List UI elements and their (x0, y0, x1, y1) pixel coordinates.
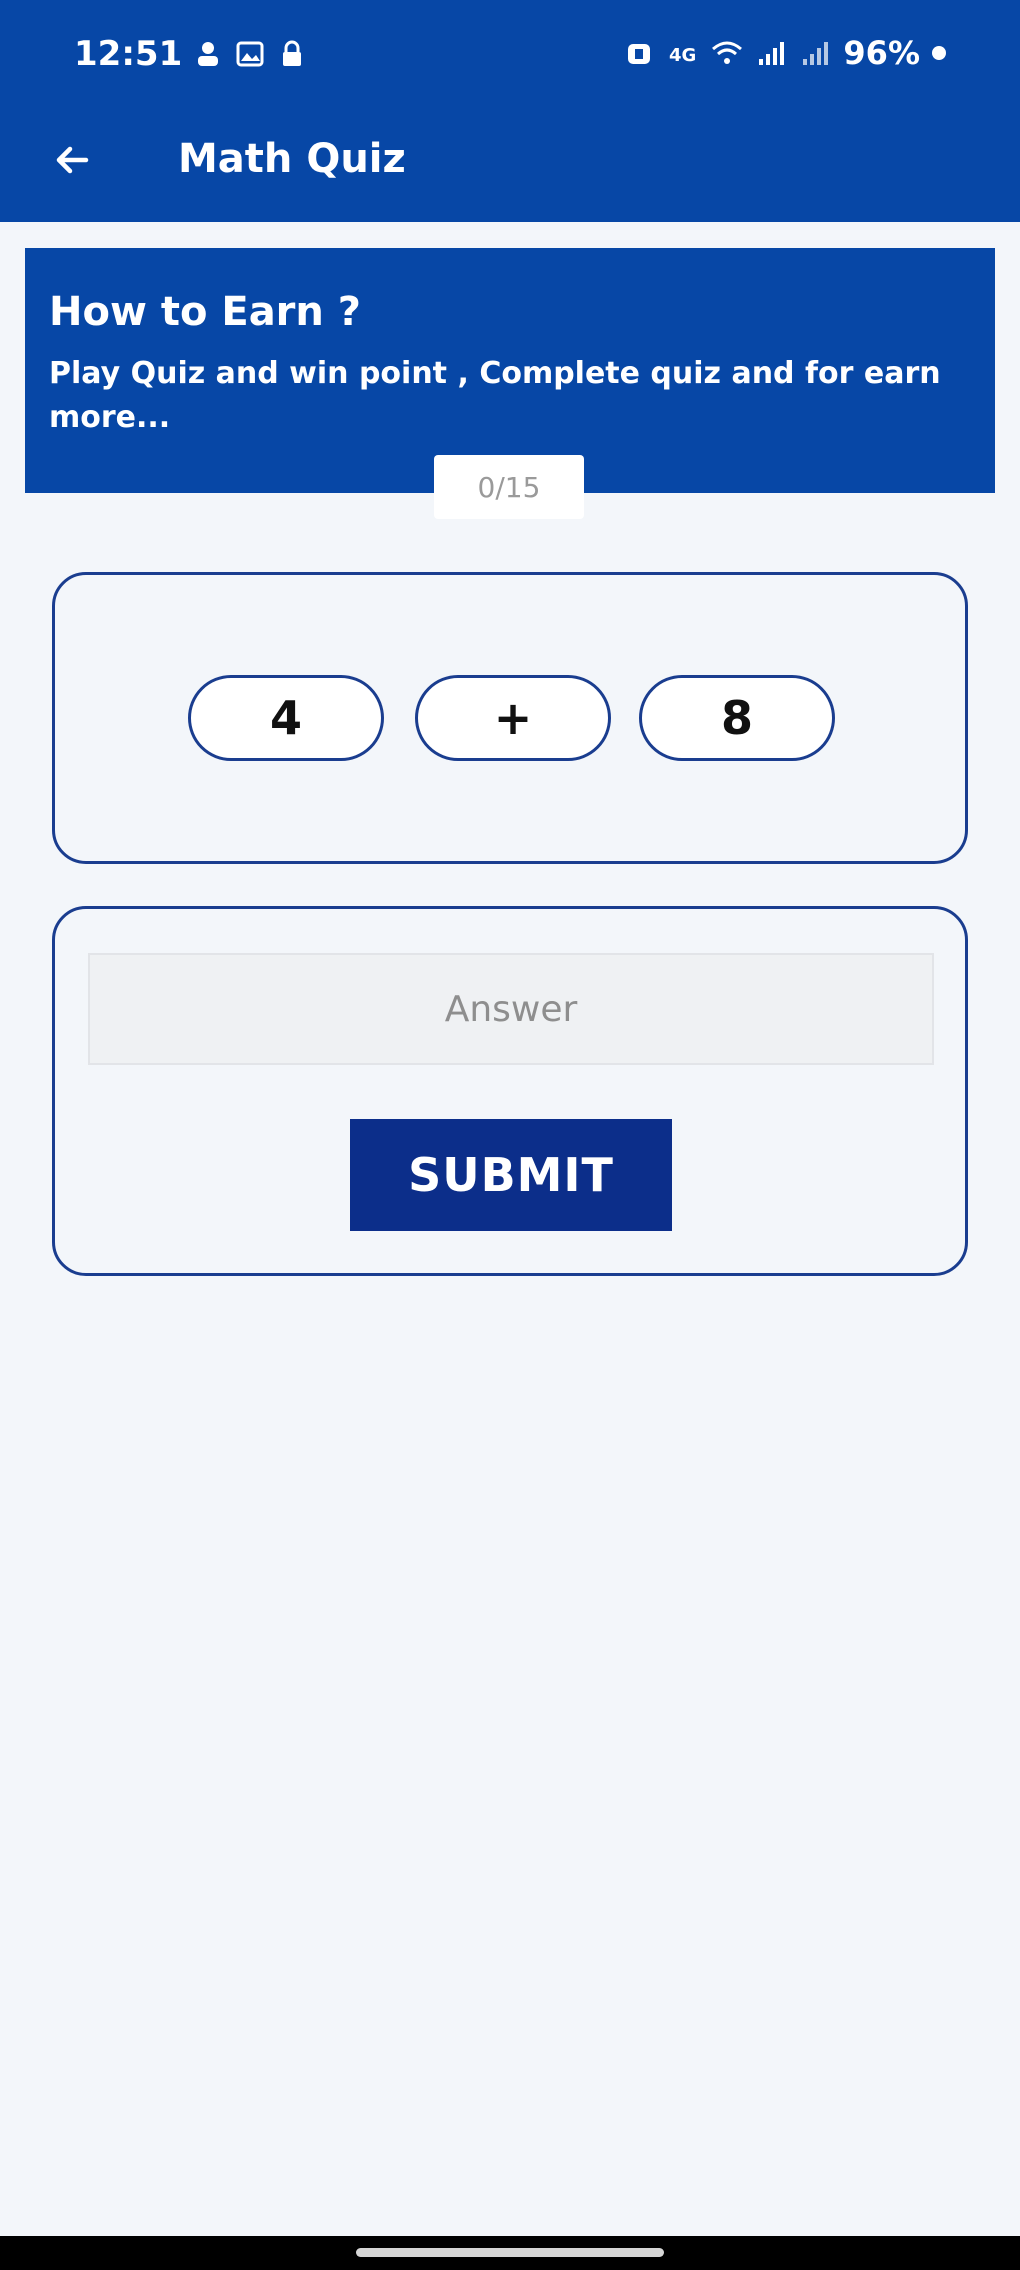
submit-button[interactable]: SUBMIT (350, 1119, 672, 1231)
status-left: 12:51 (74, 34, 308, 74)
battery-level: 96% (843, 34, 920, 72)
question-card: 4 + 8 (52, 572, 968, 864)
app-bar: Math Quiz (0, 115, 1020, 222)
operand-second: 8 (639, 675, 835, 761)
system-nav-bar (0, 2236, 1020, 2270)
app-header: 12:51 4G 96% Math Quiz (0, 0, 1020, 222)
home-indicator[interactable] (356, 2248, 664, 2257)
page-title: Math Quiz (178, 136, 406, 182)
back-button[interactable] (42, 130, 102, 190)
operator: + (415, 675, 611, 761)
status-right: 4G 96% (623, 34, 946, 72)
status-bar: 12:51 4G 96% (0, 0, 1020, 115)
wifi-signal-icon (711, 37, 743, 69)
banner-title: How to Earn ? (49, 289, 362, 335)
alarm-icon (623, 37, 655, 69)
battery-icon (932, 46, 946, 60)
svg-text:4G: 4G (669, 45, 696, 66)
cell-signal-icon-2 (799, 37, 831, 69)
cell-signal-icon (755, 37, 787, 69)
banner-text: Play Quiz and win point , Complete quiz … (49, 356, 941, 435)
progress-counter: 0/15 (434, 455, 584, 519)
person-icon (192, 38, 224, 70)
image-icon (234, 38, 266, 70)
operand-first: 4 (188, 675, 384, 761)
answer-input[interactable] (88, 953, 934, 1065)
status-time: 12:51 (74, 34, 183, 74)
volte-icon: 4G (667, 37, 699, 69)
arrow-left-icon (56, 146, 89, 174)
lock-icon (276, 38, 308, 70)
answer-card: SUBMIT (52, 906, 968, 1276)
